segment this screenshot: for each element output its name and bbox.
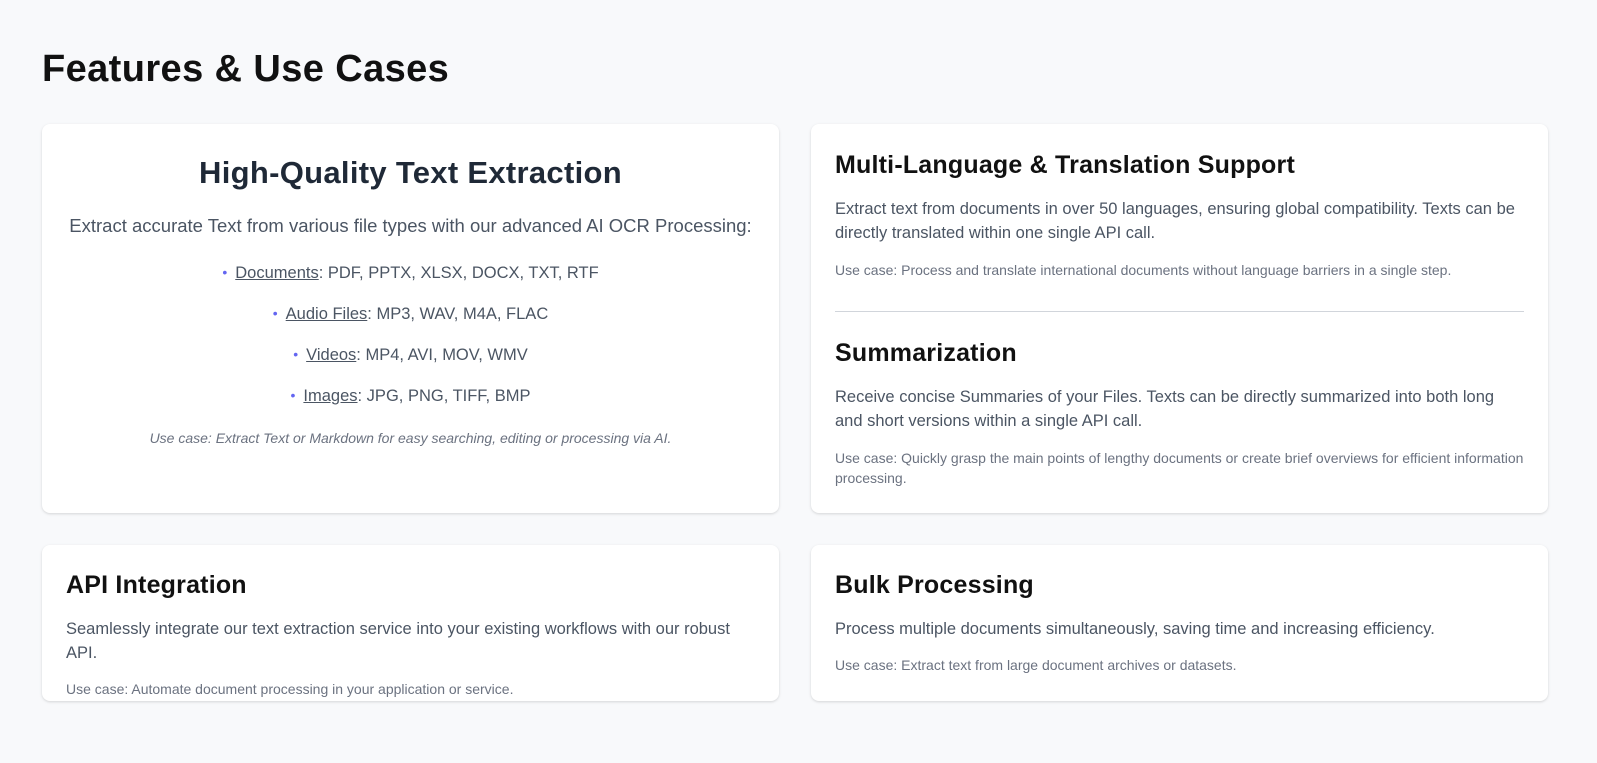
bullet-icon: • <box>290 387 296 403</box>
bullet-icon: • <box>272 305 278 321</box>
file-type-list: • Documents: PDF, PPTX, XLSX, DOCX, TXT, … <box>42 262 779 406</box>
file-type-link-videos[interactable]: Videos <box>306 346 356 364</box>
api-integration-card: API Integration Seamlessly integrate our… <box>42 545 779 701</box>
summarization-description: Receive concise Summaries of your Files.… <box>835 388 1495 430</box>
file-type-formats: : MP3, WAV, M4A, FLAC <box>367 305 549 323</box>
bulk-processing-description: Process multiple documents simultaneousl… <box>835 620 1435 638</box>
file-type-item-documents: • Documents: PDF, PPTX, XLSX, DOCX, TXT, … <box>42 262 779 283</box>
bulk-processing-use-case: Use case: Extract text from large docume… <box>835 657 1237 673</box>
bullet-icon: • <box>293 346 299 362</box>
multi-language-use-case: Use case: Process and translate internat… <box>835 262 1452 278</box>
summarization-use-case: Use case: Quickly grasp the main points … <box>835 450 1524 486</box>
text-extraction-description: Extract accurate Text from various file … <box>69 215 752 236</box>
bulk-processing-card: Bulk Processing Process multiple documen… <box>811 545 1548 701</box>
file-type-link-images[interactable]: Images <box>303 387 357 405</box>
text-extraction-title: High-Quality Text Extraction <box>199 155 622 190</box>
multi-language-title: Multi-Language & Translation Support <box>835 151 1295 179</box>
file-type-item-images: • Images: JPG, PNG, TIFF, BMP <box>42 385 779 406</box>
api-integration-description: Seamlessly integrate our text extraction… <box>66 620 730 662</box>
file-type-link-audio[interactable]: Audio Files <box>286 305 368 323</box>
summarization-title: Summarization <box>835 339 1017 367</box>
api-integration-use-case: Use case: Automate document processing i… <box>66 681 514 697</box>
bulk-processing-title: Bulk Processing <box>835 571 1034 599</box>
file-type-formats: : PDF, PPTX, XLSX, DOCX, TXT, RTF <box>318 264 599 282</box>
file-type-formats: : MP4, AVI, MOV, WMV <box>356 346 528 364</box>
multi-language-summarization-card: Multi-Language & Translation Support Ext… <box>811 124 1548 513</box>
file-type-item-audio: • Audio Files: MP3, WAV, M4A, FLAC <box>42 303 779 324</box>
section-divider <box>835 311 1524 312</box>
page-title: Features & Use Cases <box>42 48 450 90</box>
text-extraction-use-case: Use case: Extract Text or Markdown for e… <box>149 430 672 446</box>
file-type-link-documents[interactable]: Documents <box>235 264 318 282</box>
api-integration-title: API Integration <box>66 571 247 599</box>
multi-language-description: Extract text from documents in over 50 l… <box>835 200 1515 242</box>
file-type-item-videos: • Videos: MP4, AVI, MOV, WMV <box>42 344 779 365</box>
text-extraction-card: High-Quality Text Extraction Extract acc… <box>42 124 779 513</box>
file-type-formats: : JPG, PNG, TIFF, BMP <box>357 387 531 405</box>
bullet-icon: • <box>222 264 228 280</box>
